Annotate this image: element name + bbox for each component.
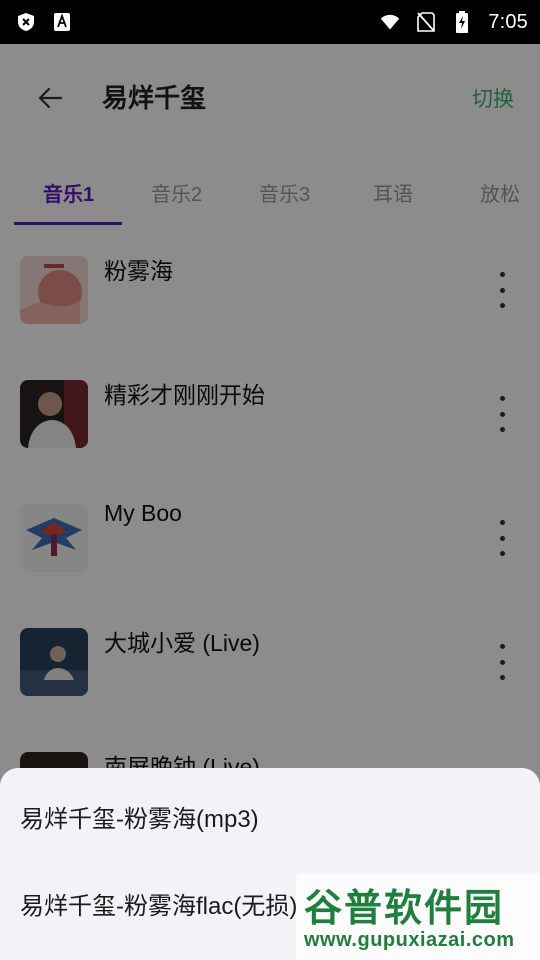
status-left	[16, 12, 72, 32]
download-option-flac[interactable]: 易烊千玺-粉雾海flac(无损)	[20, 886, 297, 921]
download-option-mp3[interactable]: 易烊千玺-粉雾海(mp3)	[20, 799, 259, 834]
font-a-icon	[52, 12, 72, 32]
wifi-icon	[380, 12, 400, 32]
watermark: 谷普软件园 www.gupuxiazai.com	[296, 873, 540, 960]
shield-x-icon	[16, 12, 36, 32]
battery-charging-icon	[452, 11, 472, 33]
no-sim-icon	[416, 12, 436, 32]
watermark-url: www.gupuxiazai.com	[304, 929, 515, 951]
watermark-brand: 谷普软件园	[304, 888, 505, 930]
status-right: 7:05	[380, 11, 528, 34]
status-bar: 7:05	[0, 0, 540, 44]
status-time: 7:05	[488, 10, 528, 33]
